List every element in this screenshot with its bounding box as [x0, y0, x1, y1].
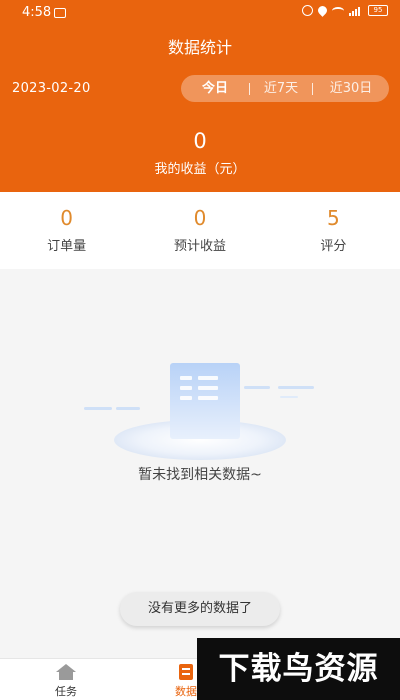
stat-value: 5 [326, 206, 340, 230]
no-more-data-toast: 没有更多的数据了 [120, 592, 280, 626]
tab-7-days[interactable]: 近7天 [250, 75, 312, 102]
status-icons: 95 [302, 4, 388, 17]
stat-label: 订单量 [47, 239, 87, 254]
stat-label: 评分 [320, 239, 347, 254]
nav-label: 任务 [55, 685, 77, 698]
stats-row: 0 订单量 0 预计收益 5 评分 [0, 192, 400, 269]
empty-document-illustration [84, 363, 314, 460]
stat-rating: 5 评分 [267, 192, 400, 269]
page-title: 数据统计 [167, 38, 232, 57]
tab-today[interactable]: 今日 [181, 75, 249, 102]
header: 4:58 95 数据统计 2023-02-20 今日 近7天 近30日 0 我的… [0, 0, 400, 192]
watermark: 下载鸟资源 [197, 638, 400, 700]
status-time: 4:58 [22, 5, 52, 20]
stat-orders: 0 订单量 [0, 192, 133, 269]
battery-icon: 95 [368, 5, 388, 16]
stat-value: 0 [60, 206, 74, 230]
stat-label: 预计收益 [173, 239, 226, 254]
nav-item-tasks[interactable]: 任务 [31, 659, 101, 699]
wifi-icon [332, 6, 344, 15]
tab-30-days[interactable]: 近30日 [313, 75, 389, 102]
location-icon [316, 4, 329, 17]
app-notification-icon [54, 8, 66, 18]
date-label[interactable]: 2023-02-20 [12, 81, 91, 96]
stat-value: 0 [193, 206, 207, 230]
income-label: 我的收益（元） [154, 162, 246, 177]
empty-state-message: 暂未找到相关数据~ [138, 467, 262, 483]
alarm-icon [302, 5, 313, 16]
stat-expected-income: 0 预计收益 [133, 192, 266, 269]
period-tabs: 今日 近7天 近30日 [181, 75, 389, 102]
status-bar: 4:58 95 [0, 0, 400, 26]
income-value: 0 [193, 129, 207, 153]
home-icon [56, 664, 76, 680]
signal-icon [349, 5, 363, 16]
data-icon [179, 664, 193, 680]
